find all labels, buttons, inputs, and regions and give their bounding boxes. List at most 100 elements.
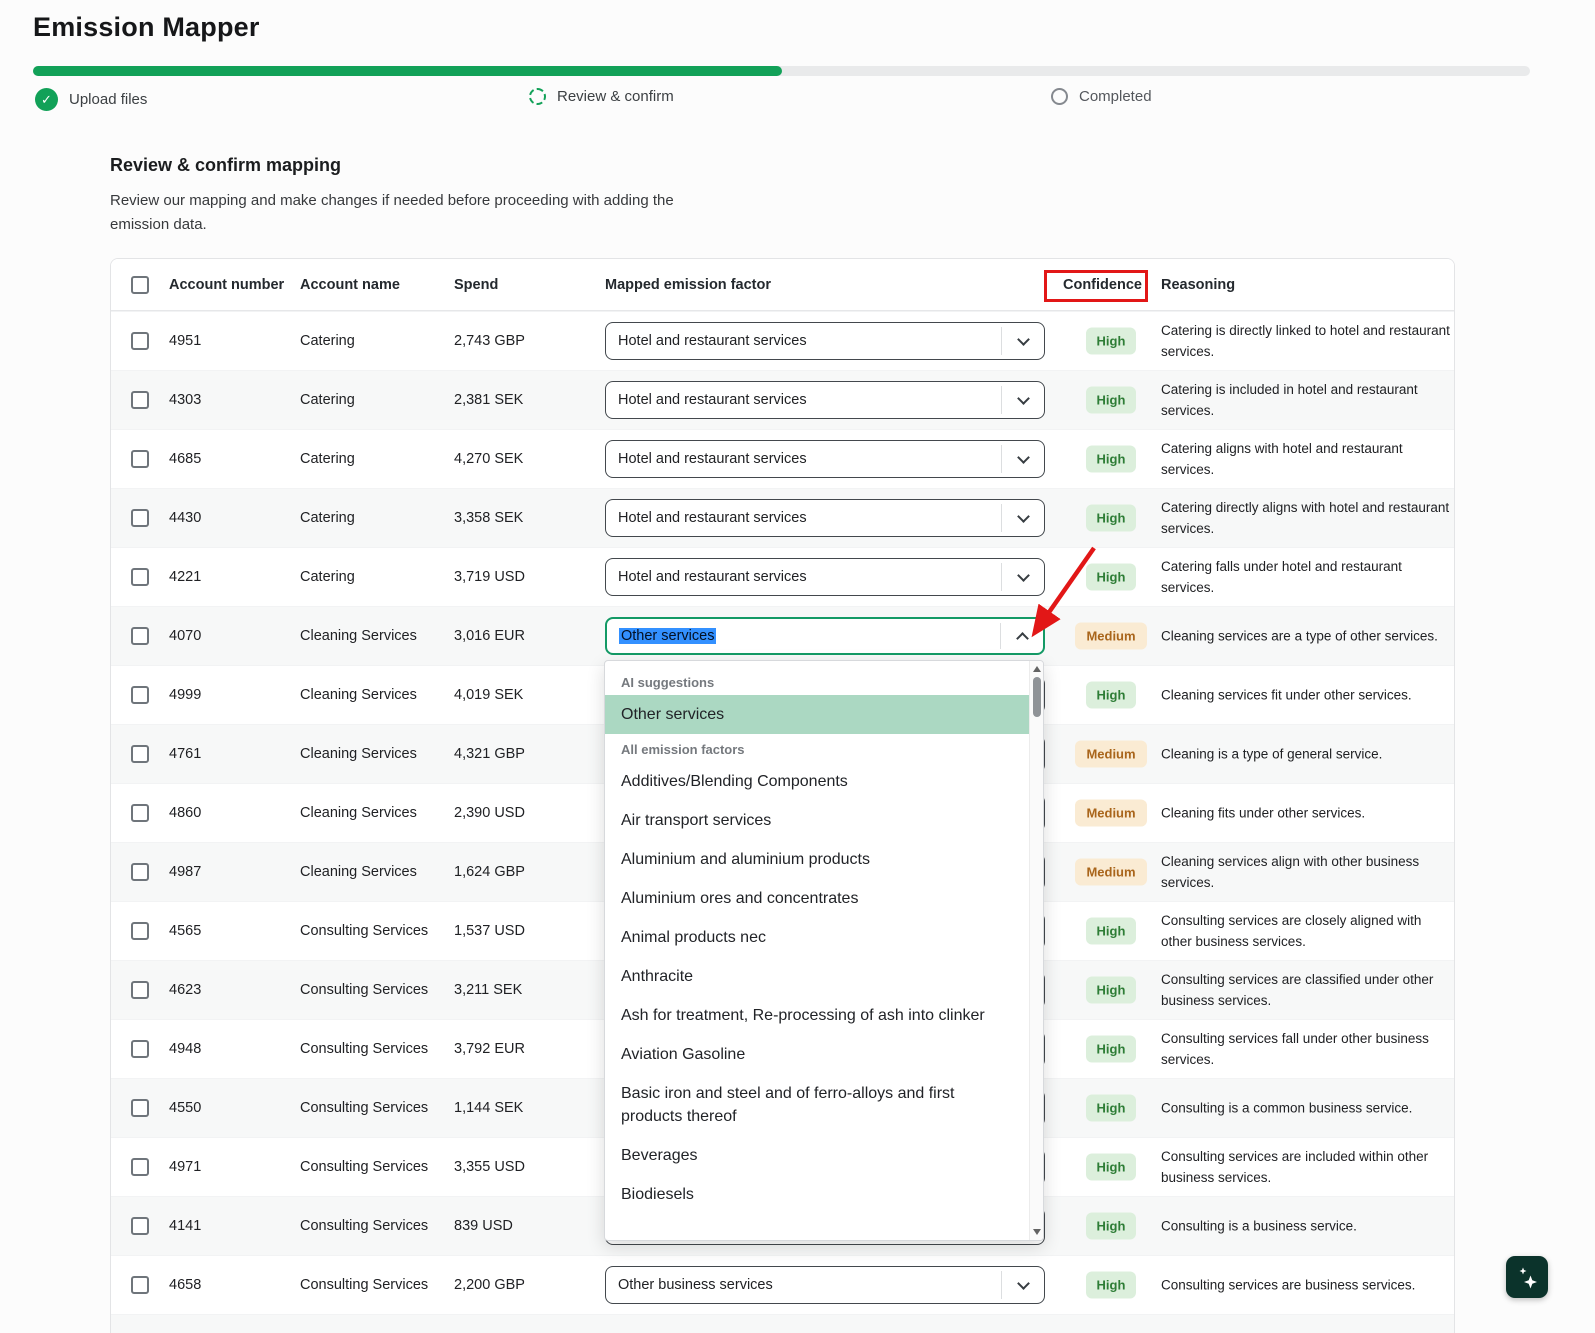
chevron-down-icon[interactable] [1002,1267,1044,1303]
row-checkbox[interactable] [131,1040,149,1058]
row-checkbox[interactable] [131,568,149,586]
table-row: 4303 Catering 2,381 SEK Hotel and restauran… [111,370,1454,429]
confidence-badge-label: High [1085,445,1137,473]
reasoning-text: Catering aligns with hotel and restauran… [1161,441,1403,477]
account-number: 4303 [169,392,202,408]
confidence-badge-label: High [1085,1212,1137,1240]
confidence-badge: Medium [1063,858,1159,886]
row-checkbox[interactable] [131,332,149,350]
reasoning-text: Consulting services are closely aligned … [1161,913,1422,949]
chevron-down-icon[interactable] [1002,500,1044,536]
reasoning-text: Cleaning is a type of general service. [1161,746,1383,762]
column-header-spend: Spend [454,276,499,293]
row-checkbox[interactable] [131,391,149,409]
dropdown-option[interactable]: Air transport services [605,801,1029,840]
dropdown-option-selected[interactable]: Other services [605,695,1029,734]
confidence-badge-label: High [1085,1035,1137,1063]
chevron-down-icon[interactable] [1002,441,1044,477]
spend: 2,200 GBP [454,1277,525,1293]
account-number: 4550 [169,1100,202,1116]
row-checkbox[interactable] [131,745,149,763]
progress-bar-track [33,66,1530,76]
reasoning-text: Cleaning services are a type of other se… [1161,628,1438,644]
row-checkbox[interactable] [131,804,149,822]
emission-factor-select[interactable]: Hotel and restaurant services [605,558,1045,596]
account-number: 4860 [169,805,202,821]
dropdown-option[interactable]: Basic iron and steel and of ferro-alloys… [605,1074,1029,1136]
dropdown-option[interactable]: Biodiesels [605,1175,1029,1214]
chevron-down-icon[interactable] [1002,323,1044,359]
confidence-badge-label: High [1085,504,1137,532]
ai-assistant-button[interactable] [1506,1256,1548,1298]
section-description: Review our mapping and make changes if n… [110,192,674,233]
table-row: 4221 Catering 3,719 USD Hotel and restauran… [111,547,1454,606]
scroll-up-icon[interactable] [1033,666,1041,672]
dropdown-option[interactable]: Anthracite [605,957,1029,996]
section-title: Review & confirm mapping [110,155,342,175]
confidence-badge-label: Medium [1075,858,1147,886]
select-all-checkbox[interactable] [131,275,149,294]
emission-factor-select[interactable]: Other business services [605,1266,1045,1304]
emission-factor-dropdown-panel: AI suggestions Other services All emission… [604,660,1044,1241]
row-checkbox[interactable] [131,863,149,881]
dropdown-option[interactable]: Additives/Blending Components [605,762,1029,801]
emission-factor-select[interactable]: Hotel and restaurant services [605,381,1045,419]
account-name: Consulting Services [300,1159,429,1175]
row-checkbox[interactable] [131,509,149,527]
dropdown-option[interactable]: Beverages [605,1136,1029,1175]
row-checkbox[interactable] [131,1217,149,1235]
row-checkbox[interactable] [131,627,149,645]
chevron-glyph [1016,450,1030,464]
step-upload-files[interactable]: ✓ Upload files [35,88,147,111]
emission-factor-select[interactable]: Other services [605,617,1045,655]
row-checkbox[interactable] [131,981,149,999]
table-row: 4685 Catering 4,270 SEK Hotel and restauran… [111,429,1454,488]
step-review-confirm[interactable]: Review & confirm [529,88,674,105]
spend: 3,792 EUR [454,1041,525,1057]
account-number: 4951 [169,333,202,349]
account-name: Consulting Services [300,1041,429,1057]
confidence-badge: High [1063,386,1159,414]
dropdown-option[interactable]: Aluminium and aluminium products [605,840,1029,879]
account-number: 4761 [169,746,202,762]
row-checkbox[interactable] [131,922,149,940]
confidence-badge: High [1063,504,1159,532]
account-number: 4999 [169,687,202,703]
chevron-glyph [1016,332,1030,346]
emission-factor-select[interactable]: Hotel and restaurant services [605,322,1045,360]
reasoning-text: Catering is directly linked to hotel and… [1161,323,1450,359]
scrollbar-thumb[interactable] [1033,677,1041,717]
chevron-down-icon[interactable] [1002,382,1044,418]
spend: 1,537 USD [454,923,525,939]
dropdown-option[interactable]: Aluminium ores and concentrates [605,879,1029,918]
step-current-dashed-circle-icon [529,88,546,105]
chevron-glyph [1016,391,1030,405]
row-checkbox[interactable] [131,450,149,468]
column-header-mapped-emission-factor: Mapped emission factor [605,276,771,293]
row-checkbox[interactable] [131,1158,149,1176]
dropdown-group-label: AI suggestions [621,675,715,690]
emission-factor-select[interactable]: Hotel and restaurant services [605,440,1045,478]
page-title: Emission Mapper [33,12,260,42]
spend: 1,624 GBP [454,864,525,880]
selected-factor-value: Other services [607,628,717,644]
row-checkbox[interactable] [131,1276,149,1294]
row-checkbox[interactable] [131,686,149,704]
dropdown-option[interactable]: Animal products nec [605,918,1029,957]
spend: 4,321 GBP [454,746,525,762]
dropdown-scrollbar[interactable] [1029,661,1043,1240]
row-checkbox[interactable] [131,1099,149,1117]
account-name: Cleaning Services [300,805,417,821]
reasoning-text: Consulting services fall under other bus… [1161,1031,1429,1067]
dropdown-option[interactable]: Aviation Gasoline [605,1035,1029,1074]
dropdown-option[interactable]: Ash for treatment, Re-processing of ash … [605,996,1029,1035]
chevron-glyph [1016,509,1030,523]
confidence-badge-label: High [1085,1094,1137,1122]
confidence-badge: High [1063,445,1159,473]
confidence-badge-label: High [1085,976,1137,1004]
confidence-badge: High [1063,1035,1159,1063]
emission-factor-select[interactable]: Hotel and restaurant services [605,499,1045,537]
confidence-badge: High [1063,1212,1159,1240]
account-name: Catering [300,510,355,526]
scroll-down-icon[interactable] [1033,1229,1041,1235]
